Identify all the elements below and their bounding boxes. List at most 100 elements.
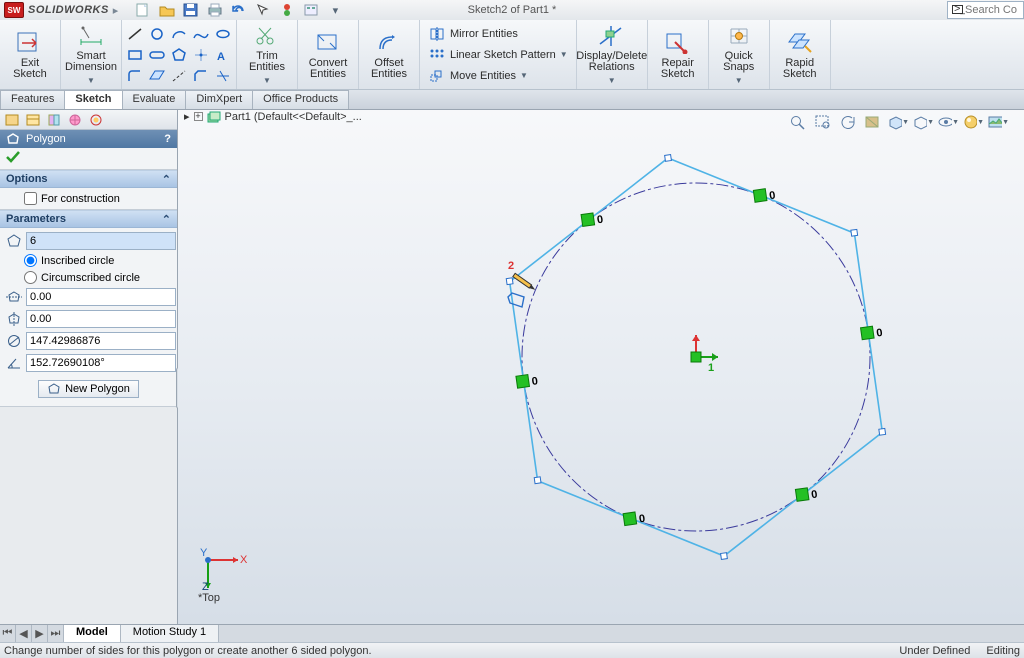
- sketch-origin: 1: [691, 335, 718, 374]
- centerline-tool[interactable]: [168, 65, 190, 86]
- pm-tab-dimxpert[interactable]: [65, 111, 85, 128]
- svg-text:0: 0: [876, 327, 884, 340]
- arc-tool[interactable]: [168, 23, 190, 44]
- chevron-up-icon: ⌃: [162, 213, 171, 226]
- line-tool[interactable]: [124, 23, 146, 44]
- app-brand: SOLIDWORKS: [28, 4, 109, 16]
- text-tool[interactable]: A: [212, 44, 234, 65]
- diameter-input[interactable]: [26, 332, 176, 350]
- new-polygon-button[interactable]: New Polygon: [38, 380, 139, 398]
- tab-nav-last[interactable]: ⏭: [48, 625, 64, 642]
- pm-tab-property-manager[interactable]: [23, 111, 43, 128]
- search-input[interactable]: [965, 4, 1020, 16]
- bottom-tab-model[interactable]: Model: [64, 625, 121, 642]
- sketch-tools-group: A: [122, 20, 237, 89]
- options-button[interactable]: [300, 1, 322, 19]
- polygon-tool[interactable]: [168, 44, 190, 65]
- display-delete-relations-button[interactable]: Display/Delete Relations▼: [581, 24, 643, 86]
- plane-tool[interactable]: [146, 65, 168, 86]
- angle-icon: [6, 355, 22, 371]
- tab-office-products[interactable]: Office Products: [252, 90, 349, 109]
- qat-customize[interactable]: ▾: [324, 1, 346, 19]
- tab-dimxpert[interactable]: DimXpert: [185, 90, 253, 109]
- view-orientation-label: *Top: [198, 592, 220, 604]
- trim-ref-icon[interactable]: [212, 65, 234, 86]
- property-manager-panel: Polygon ? Options⌃ For construction Para…: [0, 110, 178, 624]
- center-y-input[interactable]: [26, 310, 176, 328]
- search-box[interactable]: >_: [947, 1, 1024, 19]
- parameters-section-header[interactable]: Parameters⌃: [0, 210, 177, 228]
- app-logo: SW: [4, 2, 24, 18]
- select-button[interactable]: [252, 1, 274, 19]
- linear-pattern-button[interactable]: Linear Sketch Pattern▼: [424, 44, 572, 65]
- search-icon: >_: [951, 4, 965, 16]
- exit-sketch-button[interactable]: Exit Sketch: [4, 24, 56, 86]
- slot-tool[interactable]: [146, 44, 168, 65]
- chevron-up-icon: ⌃: [162, 173, 171, 186]
- rapid-sketch-button[interactable]: Rapid Sketch: [774, 24, 826, 86]
- ribbon: Exit Sketch Smart Dimension ▼ A Trim Ent…: [0, 20, 1024, 90]
- tab-features[interactable]: Features: [0, 90, 65, 109]
- status-bar: Change number of sides for this polygon …: [0, 642, 1024, 658]
- center-x-input[interactable]: [26, 288, 176, 306]
- sides-input[interactable]: [26, 232, 176, 250]
- svg-text:A: A: [217, 51, 225, 63]
- circumscribed-radio[interactable]: Circumscribed circle: [6, 271, 171, 284]
- quick-access-toolbar: ▾: [132, 1, 346, 19]
- print-button[interactable]: [204, 1, 226, 19]
- rectangle-tool[interactable]: [124, 44, 146, 65]
- tab-sketch[interactable]: Sketch: [64, 90, 122, 109]
- smart-dimension-button[interactable]: Smart Dimension ▼: [65, 24, 117, 86]
- trim-entities-button[interactable]: Trim Entities▼: [241, 24, 293, 86]
- bottom-tab-motion-study[interactable]: Motion Study 1: [121, 625, 219, 642]
- svg-text:Y: Y: [200, 547, 208, 559]
- for-construction-checkbox[interactable]: For construction: [6, 192, 171, 205]
- chamfer-tool[interactable]: [190, 65, 212, 86]
- new-file-button[interactable]: [132, 1, 154, 19]
- quick-snaps-button[interactable]: Quick Snaps▼: [713, 24, 765, 86]
- app-menu-caret[interactable]: ▸: [113, 4, 119, 17]
- svg-text:0: 0: [638, 513, 646, 526]
- options-section-header[interactable]: Options⌃: [0, 170, 177, 188]
- svg-text:0: 0: [596, 214, 604, 227]
- svg-text:>_: >_: [954, 4, 965, 15]
- tab-evaluate[interactable]: Evaluate: [122, 90, 187, 109]
- inscribed-radio[interactable]: Inscribed circle: [6, 254, 171, 267]
- tab-nav-next[interactable]: ▶: [32, 625, 48, 642]
- svg-text:Z: Z: [202, 581, 209, 590]
- svg-text:1: 1: [708, 362, 714, 374]
- pm-tab-configuration[interactable]: [44, 111, 64, 128]
- status-editing: Editing: [986, 645, 1020, 657]
- svg-text:X: X: [240, 554, 248, 566]
- svg-text:2: 2: [508, 260, 514, 272]
- tab-nav-prev[interactable]: ◀: [16, 625, 32, 642]
- repair-sketch-button[interactable]: Repair Sketch: [652, 24, 704, 86]
- ellipse-tool[interactable]: [212, 23, 234, 44]
- fillet-tool[interactable]: [124, 65, 146, 86]
- circle-tool[interactable]: [146, 23, 168, 44]
- save-button[interactable]: [180, 1, 202, 19]
- pm-tab-feature-tree[interactable]: [2, 111, 22, 128]
- status-under-defined: Under Defined: [899, 645, 970, 657]
- spline-tool[interactable]: [190, 23, 212, 44]
- graphics-area[interactable]: ▸ + Part1 (Default<<Default>_... ▼ ▼ ▼ ▼…: [178, 110, 1024, 624]
- tab-nav-first[interactable]: ⏮: [0, 625, 16, 642]
- point-tool[interactable]: [190, 44, 212, 65]
- pm-title-bar: Polygon ?: [0, 130, 177, 148]
- open-file-button[interactable]: [156, 1, 178, 19]
- status-hint: Change number of sides for this polygon …: [4, 645, 372, 657]
- bottom-tab-bar: ⏮ ◀ ▶ ⏭ Model Motion Study 1: [0, 624, 1024, 642]
- pm-ok-button[interactable]: [4, 149, 22, 168]
- angle-input[interactable]: [26, 354, 176, 372]
- pm-tab-display[interactable]: [86, 111, 106, 128]
- rebuild-button[interactable]: [276, 1, 298, 19]
- svg-text:0: 0: [769, 189, 777, 202]
- move-entities-button[interactable]: Move Entities▼: [424, 65, 532, 86]
- pm-help-button[interactable]: ?: [164, 133, 171, 145]
- undo-button[interactable]: [228, 1, 250, 19]
- offset-entities-button[interactable]: Offset Entities: [363, 24, 415, 86]
- convert-entities-button[interactable]: Convert Entities: [302, 24, 354, 86]
- sketch-svg: 0 0 0 0 0 0 1: [178, 110, 1024, 624]
- command-manager-tabs: Features Sketch Evaluate DimXpert Office…: [0, 90, 1024, 110]
- mirror-entities-button[interactable]: Mirror Entities: [424, 23, 522, 44]
